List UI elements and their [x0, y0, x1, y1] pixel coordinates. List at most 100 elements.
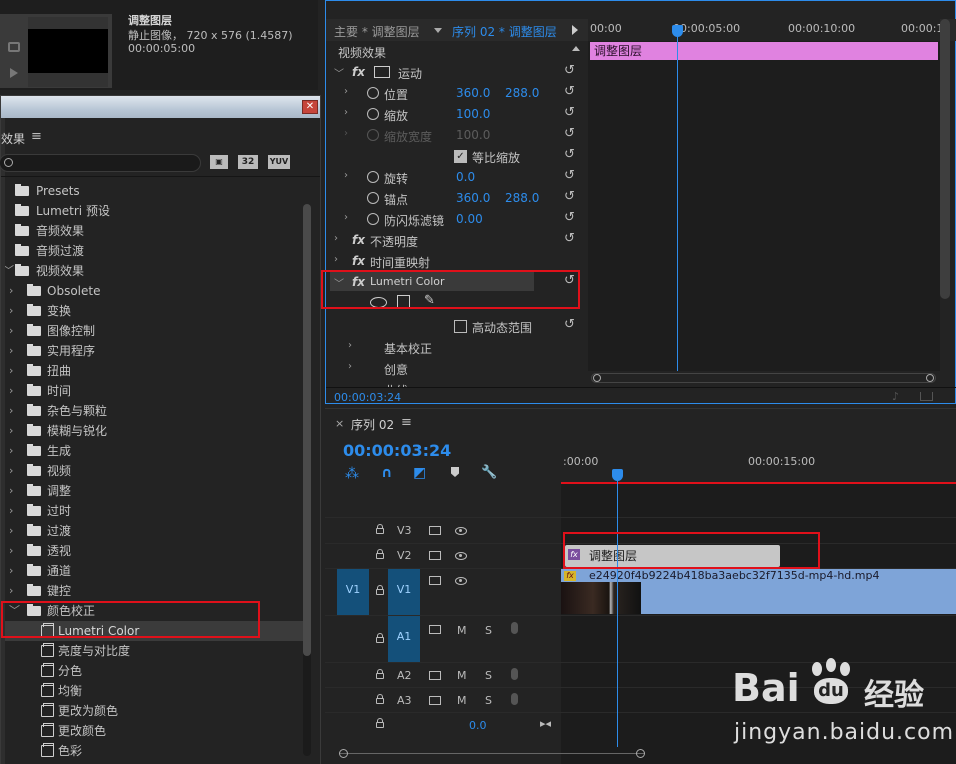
eye-icon[interactable] — [455, 527, 467, 535]
chevron-right-icon[interactable]: › — [9, 381, 19, 401]
microphone-icon[interactable] — [511, 668, 518, 680]
chevron-right-icon[interactable]: › — [9, 481, 19, 501]
effect-tree-item[interactable]: › 键控 — [5, 581, 303, 601]
scale-value[interactable]: 100.0 — [456, 107, 490, 121]
ec-horizontal-scrollbar[interactable] — [591, 373, 936, 383]
chevron-right-icon[interactable]: › — [9, 361, 19, 381]
linked-select-icon[interactable]: ◩ — [413, 465, 426, 481]
sync-lock-icon[interactable] — [429, 576, 441, 585]
scroll-handle-right[interactable] — [926, 374, 934, 382]
master-volume[interactable]: 0.0 — [469, 719, 487, 732]
stopwatch-icon[interactable] — [367, 87, 379, 99]
effect-tree-item[interactable]: ﹀ 视频效果 — [5, 261, 303, 281]
mute-button[interactable]: M — [457, 624, 467, 637]
track-target-v1[interactable]: V1 — [388, 569, 420, 615]
effect-tree-item[interactable]: 更改为颜色 — [5, 701, 303, 721]
fx-icon[interactable]: fx — [352, 254, 365, 268]
lock-icon[interactable] — [376, 524, 384, 534]
hdr-checkbox[interactable] — [454, 320, 467, 333]
chevron-right-icon[interactable]: › — [9, 301, 19, 321]
effect-tree-item[interactable]: Lumetri 预设 — [5, 201, 303, 221]
scroll-handle-left[interactable] — [593, 374, 601, 382]
chevron-right-icon[interactable]: › — [344, 86, 348, 97]
effect-tree-item[interactable]: 均衡 — [5, 681, 303, 701]
chevron-right-icon[interactable]: › — [348, 340, 352, 351]
eye-icon[interactable] — [455, 577, 467, 585]
effect-tree-item[interactable]: › 视频 — [5, 461, 303, 481]
chevron-right-icon[interactable]: › — [344, 107, 348, 118]
reset-icon[interactable]: ↺ — [564, 232, 578, 246]
sync-lock-icon[interactable] — [429, 551, 441, 560]
solo-button[interactable]: S — [485, 694, 492, 707]
chevron-right-icon[interactable]: › — [344, 170, 348, 181]
effect-tree-item[interactable]: › 变换 — [5, 301, 303, 321]
playhead-line[interactable] — [677, 25, 678, 371]
nest-icon[interactable]: ⁂ — [345, 466, 359, 482]
snap-icon[interactable]: ∩ — [381, 465, 392, 481]
reset-icon[interactable]: ↺ — [564, 211, 578, 225]
effect-tree-item[interactable]: 音频过渡 — [5, 241, 303, 261]
marker-icon[interactable] — [451, 467, 459, 477]
lock-icon[interactable] — [376, 694, 384, 704]
time-remap-row[interactable]: › fx 时间重映射 — [334, 251, 586, 272]
uniform-scale-checkbox[interactable]: ✓ — [454, 150, 467, 163]
collapse-icon[interactable] — [572, 46, 580, 51]
ec-vertical-scrollbar[interactable] — [940, 19, 950, 299]
tab-master[interactable]: 主要 * 调整图层 — [334, 23, 420, 40]
playhead-line[interactable] — [617, 475, 618, 747]
flicker-value[interactable]: 0.00 — [456, 212, 483, 226]
effect-tree-item[interactable]: Presets — [5, 181, 303, 201]
sequence-tab[interactable]: 序列 02 — [351, 416, 394, 433]
chevron-down-icon[interactable]: ﹀ — [334, 65, 344, 80]
mute-button[interactable]: M — [457, 669, 467, 682]
panel-menu-icon[interactable]: ≡ — [31, 129, 42, 144]
play-arrow-icon[interactable] — [572, 25, 578, 35]
fx-icon[interactable]: fx — [352, 65, 365, 79]
track-label-a3[interactable]: A3 — [397, 694, 412, 707]
chevron-right-icon[interactable]: › — [9, 501, 19, 521]
sync-lock-icon[interactable] — [429, 671, 441, 680]
curves-row[interactable]: 曲线 — [334, 379, 586, 387]
export-icon[interactable] — [920, 392, 933, 401]
chevron-right-icon[interactable]: › — [9, 461, 19, 481]
sync-lock-icon[interactable] — [429, 526, 441, 535]
lock-icon[interactable] — [376, 585, 384, 595]
microphone-icon[interactable] — [511, 693, 518, 705]
audio-icon[interactable]: ♪ — [892, 390, 899, 403]
accelerated-effects-icon[interactable]: ▣ — [210, 155, 228, 169]
chevron-right-icon[interactable]: › — [9, 281, 19, 301]
fx-icon[interactable]: fx — [352, 233, 365, 247]
scroll-handle-right[interactable] — [636, 749, 645, 758]
chevron-down-icon[interactable]: ﹀ — [5, 261, 14, 281]
chevron-right-icon[interactable]: › — [9, 401, 19, 421]
track-target-a1[interactable]: A1 — [388, 616, 420, 662]
effect-tree-item[interactable]: › 生成 — [5, 441, 303, 461]
chevron-right-icon[interactable]: › — [9, 341, 19, 361]
reset-icon[interactable]: ↺ — [564, 106, 578, 120]
reset-icon[interactable]: ↺ — [564, 318, 578, 332]
position-y-value[interactable]: 288.0 — [505, 86, 539, 100]
chevron-right-icon[interactable]: › — [344, 212, 348, 223]
rotation-value[interactable]: 0.0 — [456, 170, 475, 184]
chevron-right-icon[interactable]: › — [348, 361, 352, 372]
chevron-right-icon[interactable]: › — [334, 254, 338, 265]
stopwatch-icon[interactable] — [367, 192, 379, 204]
effect-tree-item[interactable]: › Obsolete — [5, 281, 303, 301]
wrench-icon[interactable]: 🔧 — [481, 465, 497, 480]
timeline-timecode[interactable]: 00:00:03:24 — [343, 441, 451, 460]
reset-icon[interactable]: ↺ — [564, 64, 578, 78]
lock-icon[interactable] — [376, 669, 384, 679]
scroll-handle-left[interactable] — [339, 749, 348, 758]
go-to-end-icon[interactable]: ▸◂ — [540, 717, 551, 730]
sync-lock-icon[interactable] — [429, 625, 441, 634]
32bit-effects-icon[interactable]: 32 — [238, 155, 258, 169]
stopwatch-icon[interactable] — [367, 171, 379, 183]
eye-icon[interactable] — [455, 552, 467, 560]
chevron-right-icon[interactable]: › — [9, 561, 19, 581]
tab-menu-icon[interactable]: ≡ — [401, 415, 412, 430]
microphone-icon[interactable] — [511, 622, 518, 634]
basic-correction-row[interactable]: › 基本校正 — [334, 337, 586, 358]
yuv-effects-icon[interactable]: YUV — [268, 155, 290, 169]
chevron-right-icon[interactable]: › — [334, 233, 338, 244]
effect-tree-item[interactable]: 亮度与对比度 — [5, 641, 303, 661]
